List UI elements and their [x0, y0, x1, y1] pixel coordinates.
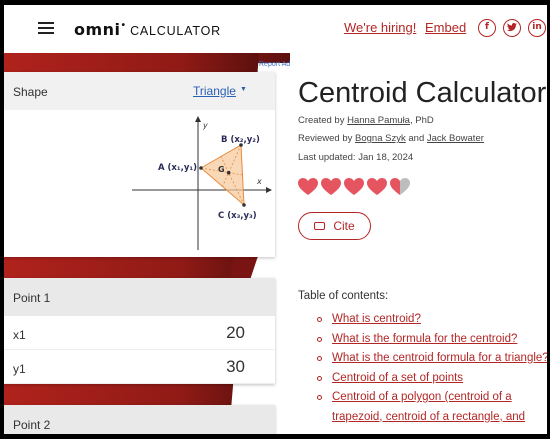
- heart-icon: [367, 178, 387, 195]
- y1-label: y1: [13, 362, 26, 376]
- point1-card: Point 1 x1 20 y1 30: [4, 278, 275, 384]
- vertex-b-label: B (x₂,y₂): [221, 135, 260, 145]
- x1-row: x1 20: [4, 316, 275, 350]
- vertex-a-point: [199, 166, 203, 170]
- vertex-a-label: A (x₁,y₁): [158, 163, 197, 173]
- y-axis-arrow: [195, 116, 201, 122]
- toc-item[interactable]: What is the centroid formula for a trian…: [317, 349, 547, 369]
- toc-item[interactable]: What is centroid?: [317, 310, 547, 330]
- table-of-contents: What is centroid? What is the formula fo…: [317, 310, 547, 427]
- logo-dot: •: [121, 20, 126, 31]
- linkedin-icon[interactable]: in: [528, 19, 546, 37]
- vertex-c-point: [242, 203, 246, 207]
- author-link[interactable]: Hanna Pamuła: [347, 115, 410, 126]
- logo-brand: omni: [74, 20, 121, 39]
- bullet-icon: [317, 375, 322, 381]
- shape-card: Shape Triangle ▼ x y G A (x₁,y₁) B (x₂,y…: [4, 72, 275, 257]
- centroid-label: G: [218, 165, 225, 174]
- menu-icon[interactable]: [38, 22, 54, 34]
- hiring-link[interactable]: We're hiring!: [344, 20, 416, 35]
- bullet-icon: [317, 317, 322, 322]
- created-by: Created by Hanna Pamuła, PhD: [298, 115, 434, 126]
- point2-card: Point 2: [4, 405, 275, 434]
- reviewer-link-2[interactable]: Jack Bowater: [427, 133, 484, 144]
- toc-link[interactable]: Centroid of a set of points: [332, 372, 463, 384]
- heart-icon: [298, 178, 318, 195]
- x-axis-label: x: [256, 177, 262, 186]
- toc-item[interactable]: Centroid of a polygon (centroid of a trap…: [317, 388, 547, 427]
- twitter-icon[interactable]: [503, 19, 521, 37]
- y-axis-label: y: [202, 121, 208, 130]
- page-frame: omni • CALCULATOR We're hiring! Embed f …: [4, 5, 547, 434]
- shape-label: Shape: [13, 85, 48, 99]
- toc-link[interactable]: What is the centroid formula for a trian…: [332, 352, 547, 364]
- created-suffix: , PhD: [409, 115, 434, 126]
- reviewed-by: Reviewed by Bogna Szyk and Jack Bowater: [298, 133, 484, 144]
- cite-button[interactable]: Cite: [298, 212, 371, 240]
- toc-link[interactable]: What is centroid?: [332, 313, 421, 325]
- facebook-icon[interactable]: f: [478, 19, 496, 37]
- logo-product: CALCULATOR: [130, 24, 221, 38]
- toc-link[interactable]: Centroid of a polygon (centroid of a: [332, 391, 512, 403]
- x-axis-arrow: [266, 187, 272, 193]
- bullet-icon: [317, 356, 322, 361]
- point1-header: Point 1: [4, 278, 275, 316]
- omni-logo[interactable]: omni • CALCULATOR: [74, 20, 221, 39]
- rating-hearts[interactable]: [298, 178, 410, 196]
- toc-item[interactable]: What is the formula for the centroid?: [317, 330, 547, 350]
- half-heart-icon: [390, 178, 410, 195]
- report-ad-link[interactable]: Report Ad: [259, 61, 290, 68]
- toc-link-continued[interactable]: trapezoid, centroid of a rectangle, and: [332, 408, 547, 428]
- reviewer-link-1[interactable]: Bogna Szyk: [355, 133, 406, 144]
- point2-header: Point 2: [4, 405, 275, 434]
- top-header: omni • CALCULATOR We're hiring! Embed f …: [4, 5, 547, 53]
- quote-icon: [314, 222, 326, 230]
- point1-title: Point 1: [13, 291, 51, 305]
- toc-item[interactable]: Centroid of a set of points: [317, 369, 547, 389]
- x1-input[interactable]: 20: [125, 323, 245, 343]
- bullet-icon: [317, 336, 322, 342]
- y1-input[interactable]: 30: [125, 357, 245, 377]
- bullet-icon: [317, 395, 322, 400]
- point2-title: Point 2: [13, 418, 51, 432]
- reviewed-prefix: Reviewed by: [298, 133, 353, 144]
- triangle-centroid-diagram: x y G A (x₁,y₁) B (x₂,y₂) C (x₃,y₃): [4, 110, 275, 257]
- reviewed-and: and: [408, 133, 425, 144]
- page-title: Centroid Calculator: [298, 77, 547, 109]
- shape-row: Shape Triangle ▼: [4, 72, 275, 110]
- embed-link[interactable]: Embed: [425, 20, 466, 35]
- heart-icon: [344, 178, 364, 195]
- centroid-point: [226, 170, 231, 175]
- created-prefix: Created by: [298, 115, 345, 126]
- last-updated: Last updated: Jan 18, 2024: [298, 152, 414, 163]
- toc-title: Table of contents:: [298, 290, 389, 302]
- heart-icon: [321, 178, 341, 195]
- shape-select[interactable]: Triangle: [193, 84, 236, 98]
- vertex-c-label: C (x₃,y₃): [218, 211, 257, 221]
- toc-link[interactable]: What is the formula for the centroid?: [332, 333, 517, 345]
- y1-row: y1 30: [4, 350, 275, 384]
- x1-label: x1: [13, 328, 26, 342]
- chevron-down-icon[interactable]: ▼: [240, 86, 247, 93]
- cite-label: Cite: [333, 219, 355, 233]
- triangle-shape: [200, 144, 245, 207]
